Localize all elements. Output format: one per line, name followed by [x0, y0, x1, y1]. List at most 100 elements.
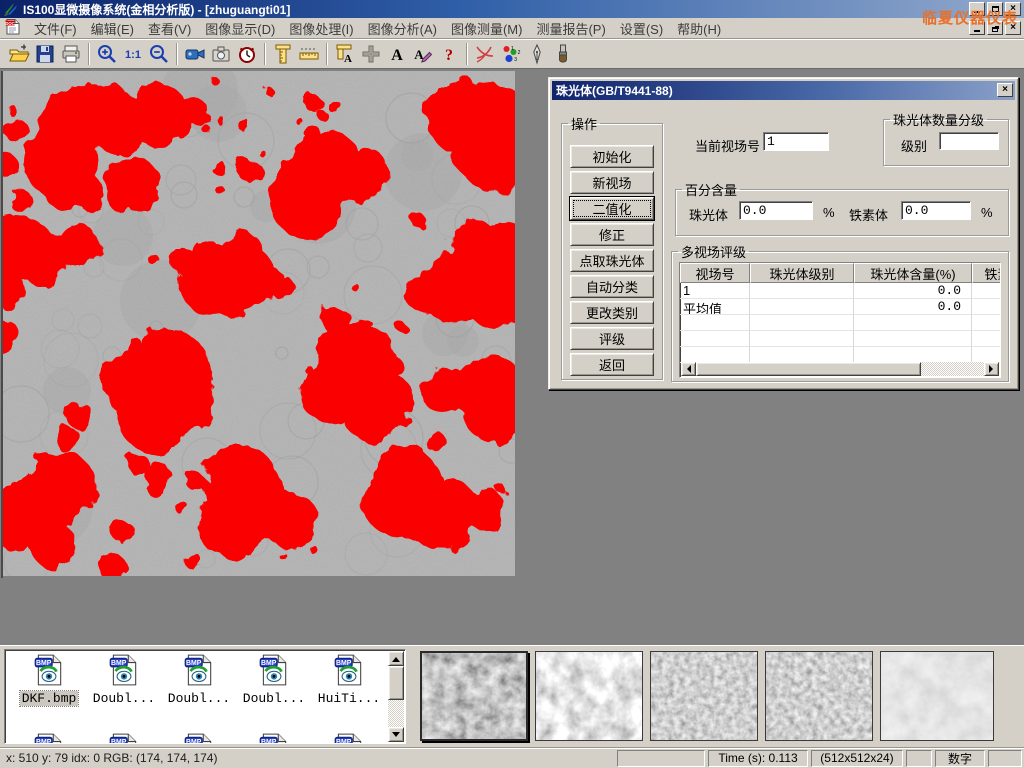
- grade-input[interactable]: [939, 132, 999, 150]
- maximize-button[interactable]: [987, 2, 1003, 16]
- op-button-自动分类[interactable]: 自动分类: [570, 275, 654, 298]
- table-row[interactable]: 平均值0.0: [680, 299, 1000, 315]
- scroll-down-button[interactable]: [388, 727, 404, 742]
- text-button[interactable]: A: [384, 41, 410, 67]
- file-item-partial[interactable]: BMP: [88, 732, 160, 744]
- pearlite-percent-input[interactable]: [739, 201, 813, 220]
- hscroll-thumb[interactable]: [696, 362, 921, 376]
- child-close-button[interactable]: ×: [1005, 21, 1021, 35]
- menu-view[interactable]: 查看(V): [141, 21, 198, 38]
- help-button[interactable]: ?: [436, 41, 462, 67]
- file-item-Doubl...[interactable]: BMPDoubl...: [88, 653, 160, 706]
- op-button-更改类别[interactable]: 更改类别: [570, 301, 654, 324]
- dialog-close-button[interactable]: ×: [997, 83, 1013, 97]
- menu-file[interactable]: 文件(F): [27, 21, 84, 38]
- file-item-partial[interactable]: BMP: [313, 732, 385, 744]
- title-bar: IS100显微摄像系统(金相分析版) - [zhuguangti01] ×: [0, 0, 1024, 18]
- operations-group: 操作 初始化新视场二值化修正点取珠光体自动分类更改类别评级返回: [561, 114, 663, 380]
- menu-measure[interactable]: 图像测量(M): [444, 21, 530, 38]
- classify-particles-button[interactable]: 123: [498, 41, 524, 67]
- op-button-新视场[interactable]: 新视场: [570, 171, 654, 194]
- menu-display[interactable]: 图像显示(D): [198, 21, 282, 38]
- menu-settings[interactable]: 设置(S): [613, 21, 670, 38]
- ferrite-percent-input[interactable]: [901, 201, 971, 220]
- minimize-button[interactable]: [969, 2, 985, 16]
- file-item-partial[interactable]: BMP: [238, 732, 310, 744]
- annotate-button[interactable]: A: [410, 41, 436, 67]
- table-cell: [972, 315, 1001, 331]
- dialog-close-icon: ×: [1002, 85, 1008, 95]
- open-file-button[interactable]: [6, 41, 32, 67]
- menu-edit[interactable]: 编辑(E): [84, 21, 141, 38]
- thumb-5[interactable]: [880, 651, 994, 741]
- thumb-3[interactable]: [650, 651, 758, 741]
- op-button-初始化[interactable]: 初始化: [570, 145, 654, 168]
- brush-icon: [552, 43, 574, 65]
- file-item-Doubl...[interactable]: BMPDoubl...: [163, 653, 235, 706]
- ruler-button[interactable]: [296, 41, 322, 67]
- scroll-right-button[interactable]: [984, 362, 999, 376]
- grade-label: 级别: [901, 136, 927, 155]
- menu-process[interactable]: 图像处理(I): [282, 21, 360, 38]
- file-item-partial[interactable]: BMP: [163, 732, 235, 744]
- menu-help[interactable]: 帮助(H): [670, 21, 728, 38]
- current-field-input[interactable]: [763, 132, 829, 151]
- thumb-1[interactable]: [420, 651, 528, 741]
- child-minimize-button[interactable]: [969, 21, 985, 35]
- op-button-点取珠光体[interactable]: 点取珠光体: [570, 249, 654, 272]
- table-cell: 0.0: [854, 299, 972, 315]
- measure-text-button[interactable]: A: [332, 41, 358, 67]
- file-item-HuiTi...[interactable]: BMPHuiTi...: [313, 653, 385, 706]
- micrograph-image[interactable]: [1, 71, 515, 578]
- close-button[interactable]: ×: [1005, 2, 1021, 16]
- pearlite-dialog: 珠光体(GB/T9441-88) × 操作 初始化新视场二值化修正点取珠光体自动…: [548, 77, 1019, 390]
- actual-size-icon: 1:1: [122, 43, 144, 65]
- dialog-title-bar[interactable]: 珠光体(GB/T9441-88) ×: [552, 81, 1015, 100]
- capture-button[interactable]: [208, 41, 234, 67]
- timer-button[interactable]: [234, 41, 260, 67]
- svg-text:BMP: BMP: [336, 739, 352, 744]
- table-row[interactable]: [680, 331, 1000, 347]
- pen-button[interactable]: [524, 41, 550, 67]
- rating-table[interactable]: 视场号珠光体级别珠光体含量(%)铁素体含量(%) 10.0平均值0.0: [679, 262, 1001, 378]
- curve-cut-button[interactable]: [472, 41, 498, 67]
- menu-report[interactable]: 测量报告(P): [529, 21, 612, 38]
- file-item-Doubl...[interactable]: BMPDoubl...: [238, 653, 310, 706]
- op-button-返回[interactable]: 返回: [570, 353, 654, 376]
- op-button-评级[interactable]: 评级: [570, 327, 654, 350]
- video-camera-button[interactable]: [182, 41, 208, 67]
- close-icon: ×: [1010, 4, 1016, 14]
- svg-text:BMP: BMP: [186, 739, 202, 744]
- file-item-partial[interactable]: BMP: [13, 732, 85, 744]
- op-button-二值化[interactable]: 二值化: [570, 197, 654, 220]
- hscroll-track[interactable]: [696, 362, 984, 376]
- zoom-in-button[interactable]: [94, 41, 120, 67]
- zoom-out-button[interactable]: [146, 41, 172, 67]
- table-row[interactable]: 10.0: [680, 283, 1000, 299]
- status-bar: x: 510 y: 79 idx: 0 RGB: (174, 174, 174)…: [0, 747, 1024, 768]
- op-button-修正[interactable]: 修正: [570, 223, 654, 246]
- print-button[interactable]: [58, 41, 84, 67]
- menu-analyze[interactable]: 图像分析(A): [361, 21, 444, 38]
- actual-size-button[interactable]: 1:1: [120, 41, 146, 67]
- vscroll-track[interactable]: [388, 666, 404, 727]
- vscroll-thumb[interactable]: [388, 666, 404, 700]
- document-icon[interactable]: DOC: [4, 18, 21, 38]
- table-hscrollbar[interactable]: [681, 362, 999, 376]
- grid-tool-button[interactable]: [358, 41, 384, 67]
- thumb-2[interactable]: [535, 651, 643, 741]
- status-panels: Time (s): 0.113(512x512x24)数字: [617, 750, 1022, 767]
- thumb-4[interactable]: [765, 651, 873, 741]
- table-row[interactable]: [680, 347, 1000, 363]
- scroll-left-button[interactable]: [681, 362, 696, 376]
- file-list[interactable]: BMPDKF.bmpBMPDoubl...BMPDoubl...BMPDoubl…: [4, 649, 406, 744]
- table-row[interactable]: [680, 315, 1000, 331]
- save-button[interactable]: [32, 41, 58, 67]
- file-item-DKF.bmp[interactable]: BMPDKF.bmp: [13, 653, 85, 706]
- child-restore-button[interactable]: [987, 21, 1003, 35]
- file-list-scrollbar[interactable]: [388, 651, 404, 742]
- brush-button[interactable]: [550, 41, 576, 67]
- caliper-button[interactable]: [270, 41, 296, 67]
- table-cell: [680, 315, 750, 331]
- scroll-up-button[interactable]: [388, 651, 404, 666]
